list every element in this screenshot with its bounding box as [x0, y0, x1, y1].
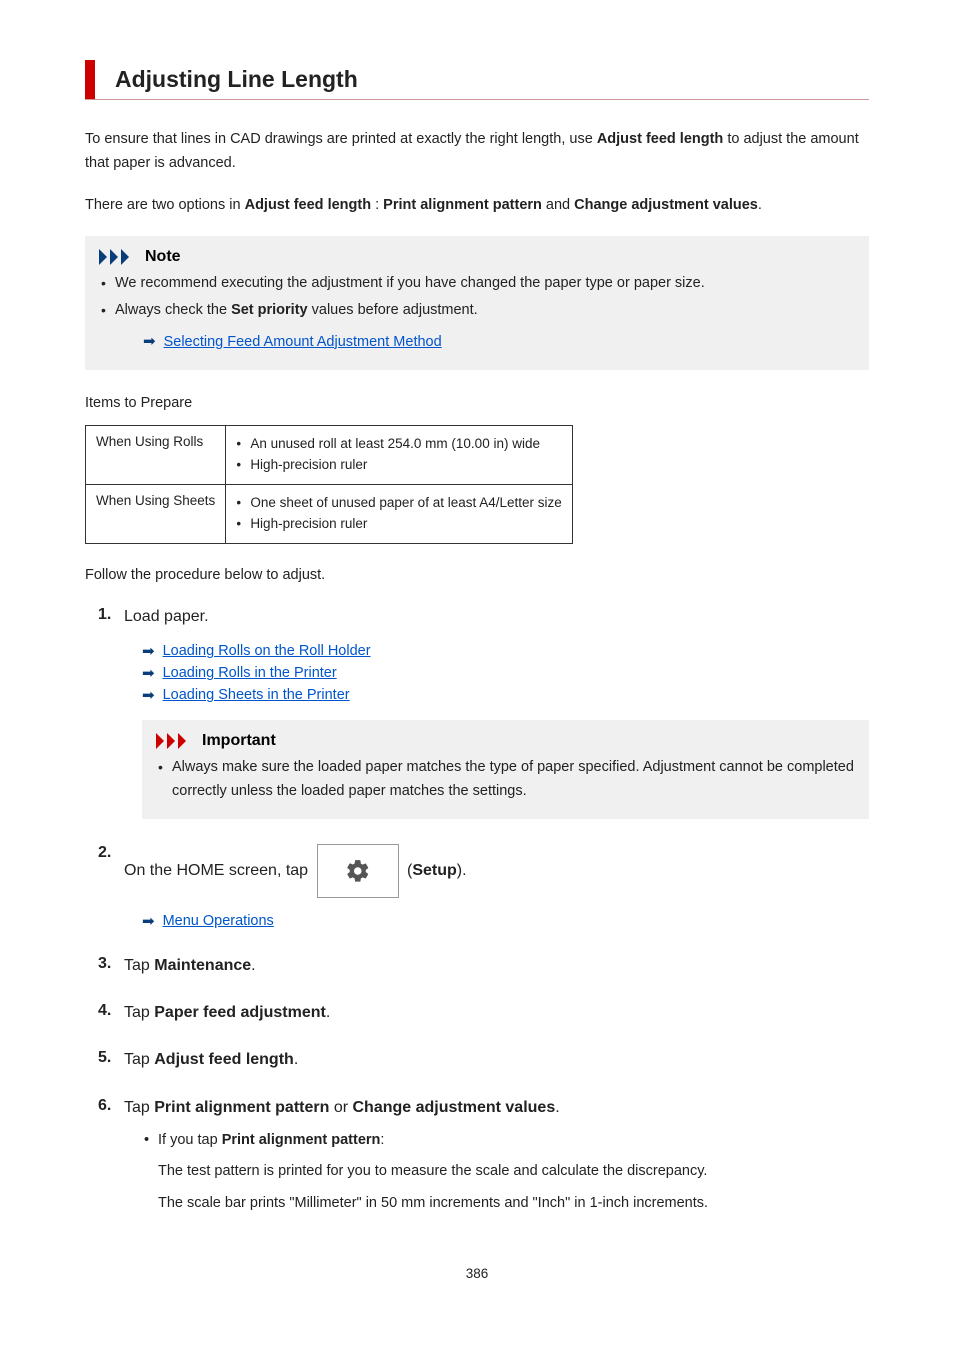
step-6-p1: The test pattern is printed for you to m… [158, 1160, 869, 1184]
arrow-icon: ➡ [142, 912, 155, 930]
step-5: Tap Adjust feed length. [98, 1049, 869, 1071]
link-selecting-feed-amount[interactable]: Selecting Feed Amount Adjustment Method [164, 331, 442, 354]
gear-icon [345, 858, 371, 884]
step-3: Tap Maintenance. [98, 955, 869, 977]
intro-paragraph-1: To ensure that lines in CAD drawings are… [85, 128, 869, 176]
row-items: One sheet of unused paper of at least A4… [226, 485, 572, 544]
note-link-row: ➡ Selecting Feed Amount Adjustment Metho… [143, 330, 855, 354]
link-menu-operations[interactable]: Menu Operations [163, 913, 274, 929]
step-6-p2: The scale bar prints "Millimeter" in 50 … [158, 1192, 869, 1216]
setup-icon-box [317, 844, 399, 898]
important-chevron-icon [156, 733, 196, 749]
note-callout: Note We recommend executing the adjustme… [85, 236, 869, 370]
arrow-icon: ➡ [143, 330, 156, 354]
arrow-icon: ➡ [142, 686, 155, 704]
title-accent: Adjusting Line Length [85, 60, 869, 99]
step-4: Tap Paper feed adjustment. [98, 1002, 869, 1024]
important-item: Always make sure the loaded paper matche… [156, 756, 855, 802]
prepare-table: When Using Rolls An unused roll at least… [85, 425, 573, 544]
important-callout: Important Always make sure the loaded pa… [142, 720, 869, 818]
note-header: Note [99, 248, 855, 266]
important-header: Important [156, 732, 855, 750]
arrow-icon: ➡ [142, 664, 155, 682]
row-head: When Using Sheets [86, 485, 226, 544]
note-item-2: Always check the Set priority values bef… [99, 299, 855, 354]
page-title: Adjusting Line Length [115, 66, 869, 93]
note-chevron-icon [99, 249, 139, 265]
link-loading-rolls-holder[interactable]: Loading Rolls on the Roll Holder [163, 643, 371, 659]
table-row: When Using Sheets One sheet of unused pa… [86, 485, 573, 544]
step-1: Load paper. ➡Loading Rolls on the Roll H… [98, 606, 869, 819]
step-2: On the HOME screen, tap (Setup). ➡Menu O… [98, 844, 869, 930]
link-loading-sheets-printer[interactable]: Loading Sheets in the Printer [163, 687, 350, 703]
arrow-icon: ➡ [142, 642, 155, 660]
page-number: 386 [85, 1266, 869, 1281]
link-loading-rolls-printer[interactable]: Loading Rolls in the Printer [163, 665, 337, 681]
title-container: Adjusting Line Length [85, 60, 869, 100]
row-items: An unused roll at least 254.0 mm (10.00 … [226, 426, 572, 485]
step-6-bullet: If you tap Print alignment pattern: [142, 1129, 869, 1152]
step-6: Tap Print alignment pattern or Change ad… [98, 1097, 869, 1216]
table-row: When Using Rolls An unused roll at least… [86, 426, 573, 485]
note-item-1: We recommend executing the adjustment if… [99, 272, 855, 295]
follow-procedure: Follow the procedure below to adjust. [85, 564, 869, 588]
items-to-prepare-label: Items to Prepare [85, 392, 869, 415]
row-head: When Using Rolls [86, 426, 226, 485]
intro-paragraph-2: There are two options in Adjust feed len… [85, 194, 869, 218]
